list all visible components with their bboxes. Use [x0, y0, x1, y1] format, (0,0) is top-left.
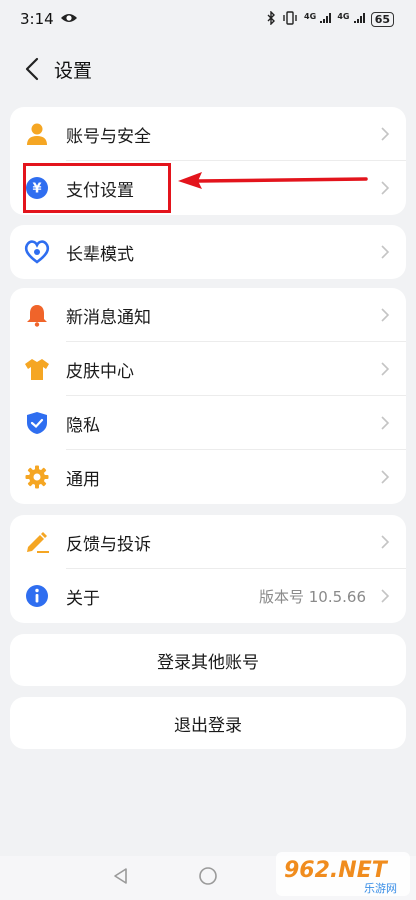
- about-label: 关于: [66, 588, 100, 609]
- support-group: 反馈与投诉 关于 版本号 10.5.66: [10, 515, 406, 623]
- chevron-right-icon: [381, 535, 390, 549]
- status-time: 3:14: [20, 10, 54, 28]
- version-text: 版本号 10.5.66: [258, 587, 366, 606]
- feedback-row[interactable]: 反馈与投诉: [10, 515, 406, 569]
- general-row[interactable]: 通用: [10, 450, 406, 504]
- tshirt-icon: [24, 356, 50, 382]
- nav-back-icon[interactable]: [112, 867, 130, 889]
- logout-button[interactable]: 退出登录: [10, 697, 406, 749]
- vibrate-icon: [282, 10, 298, 28]
- elder-group: 长辈模式: [10, 225, 406, 279]
- eye-icon: [60, 10, 78, 28]
- skin-center-label: 皮肤中心: [66, 361, 134, 382]
- feedback-label: 反馈与投诉: [66, 534, 151, 555]
- notifications-row[interactable]: 新消息通知: [10, 288, 406, 342]
- chevron-right-icon: [381, 181, 390, 195]
- gear-icon: [24, 464, 50, 490]
- bluetooth-icon: [266, 9, 276, 28]
- signal-4g-2: 4G: [337, 12, 365, 27]
- heart-icon: [24, 239, 50, 265]
- notifications-label: 新消息通知: [66, 307, 151, 328]
- watermark-subtext: 乐游网: [364, 882, 397, 895]
- chevron-right-icon: [381, 308, 390, 322]
- skin-center-row[interactable]: 皮肤中心: [10, 342, 406, 396]
- person-icon: [24, 121, 50, 147]
- chevron-right-icon: [381, 589, 390, 603]
- pencil-icon: [24, 529, 50, 555]
- chevron-right-icon: [381, 245, 390, 259]
- bell-icon: [24, 302, 50, 328]
- arrow-annotation: [178, 172, 368, 189]
- top-app-bar: 设置: [0, 48, 416, 90]
- watermark-logo: 962.NET 乐游网: [276, 852, 410, 896]
- chevron-right-icon: [381, 416, 390, 430]
- account-security-row[interactable]: 账号与安全: [10, 107, 406, 161]
- chevron-right-icon: [381, 127, 390, 141]
- info-icon: [24, 583, 50, 609]
- preferences-group: 新消息通知 皮肤中心 隐私 通用: [10, 288, 406, 504]
- privacy-label: 隐私: [66, 415, 100, 436]
- elder-mode-label: 长辈模式: [66, 244, 134, 265]
- chevron-right-icon: [381, 362, 390, 376]
- elder-mode-row[interactable]: 长辈模式: [10, 225, 406, 279]
- privacy-row[interactable]: 隐私: [10, 396, 406, 450]
- status-bar: 3:14 4G 4G 65: [0, 0, 416, 38]
- nav-home-icon[interactable]: [198, 866, 218, 890]
- watermark-text: 962.NET: [284, 858, 389, 883]
- switch-account-button[interactable]: 登录其他账号: [10, 634, 406, 686]
- general-label: 通用: [66, 469, 100, 490]
- back-button[interactable]: [12, 49, 52, 89]
- highlight-annotation-box: [23, 163, 171, 213]
- account-security-label: 账号与安全: [66, 126, 151, 147]
- back-arrow-icon: [25, 57, 39, 81]
- battery-indicator: 65: [370, 11, 394, 27]
- chevron-right-icon: [381, 470, 390, 484]
- about-row[interactable]: 关于 版本号 10.5.66: [10, 569, 406, 623]
- signal-4g-1: 4G: [304, 12, 332, 27]
- shield-icon: [24, 410, 50, 436]
- page-title: 设置: [54, 59, 93, 82]
